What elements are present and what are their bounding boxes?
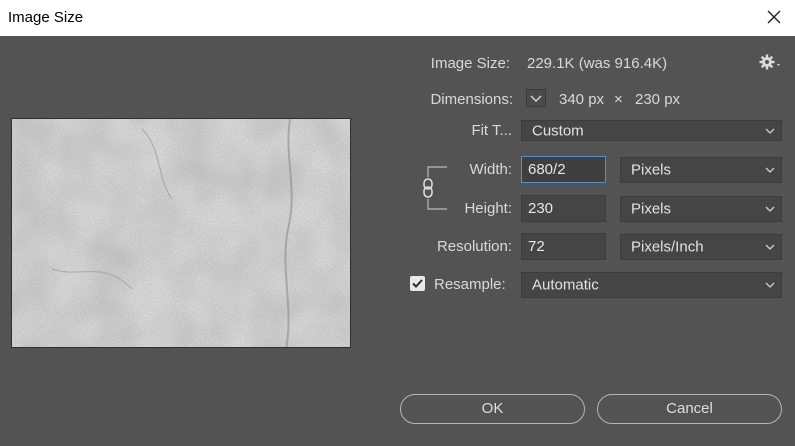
width-input[interactable] <box>521 156 606 183</box>
image-size-value: 229.1K (was 916.4K) <box>527 55 668 72</box>
fit-to-label: Fit T... <box>471 122 512 139</box>
checkmark-icon <box>412 279 423 288</box>
fit-to-dropdown[interactable]: Custom <box>521 120 782 141</box>
title-bar: Image Size <box>0 0 795 36</box>
dimensions-width-value: 340 px <box>559 91 605 108</box>
window-title: Image Size <box>8 9 84 26</box>
width-unit-dropdown[interactable]: Pixels <box>620 157 782 183</box>
dimensions-label: Dimensions: <box>430 91 513 108</box>
resample-label: Resample: <box>434 276 506 293</box>
resample-dropdown[interactable]: Automatic <box>521 272 782 298</box>
chevron-down-icon <box>765 244 775 250</box>
gear-icon[interactable] <box>758 53 782 71</box>
height-unit-value: Pixels <box>631 200 672 218</box>
image-size-label: Image Size: <box>430 55 510 72</box>
image-preview[interactable] <box>11 118 351 348</box>
chevron-down-icon <box>765 282 775 288</box>
concrete-texture-image <box>12 119 350 347</box>
resolution-unit-dropdown[interactable]: Pixels/Inch <box>620 234 782 260</box>
chevron-down-icon <box>765 206 775 212</box>
height-input[interactable] <box>521 195 606 222</box>
height-label: Height: <box>464 200 512 217</box>
cancel-button[interactable]: Cancel <box>597 394 782 424</box>
dimensions-times: × <box>614 91 623 108</box>
dimensions-units-toggle[interactable] <box>526 89 546 107</box>
chevron-down-icon <box>765 128 775 134</box>
resolution-input[interactable] <box>521 233 606 260</box>
resample-value: Automatic <box>532 276 599 294</box>
width-unit-value: Pixels <box>631 161 672 179</box>
fit-to-value: Custom <box>532 122 584 139</box>
chain-link-icon <box>423 178 433 198</box>
ok-button[interactable]: OK <box>400 394 585 424</box>
resample-checkbox[interactable] <box>410 276 425 291</box>
width-label: Width: <box>469 161 512 178</box>
resolution-label: Resolution: <box>436 238 512 255</box>
resolution-unit-value: Pixels/Inch <box>631 238 704 256</box>
chevron-down-icon <box>765 167 775 173</box>
close-icon[interactable] <box>763 6 785 28</box>
dimensions-height-value: 230 px <box>635 91 681 108</box>
height-unit-dropdown[interactable]: Pixels <box>620 196 782 222</box>
